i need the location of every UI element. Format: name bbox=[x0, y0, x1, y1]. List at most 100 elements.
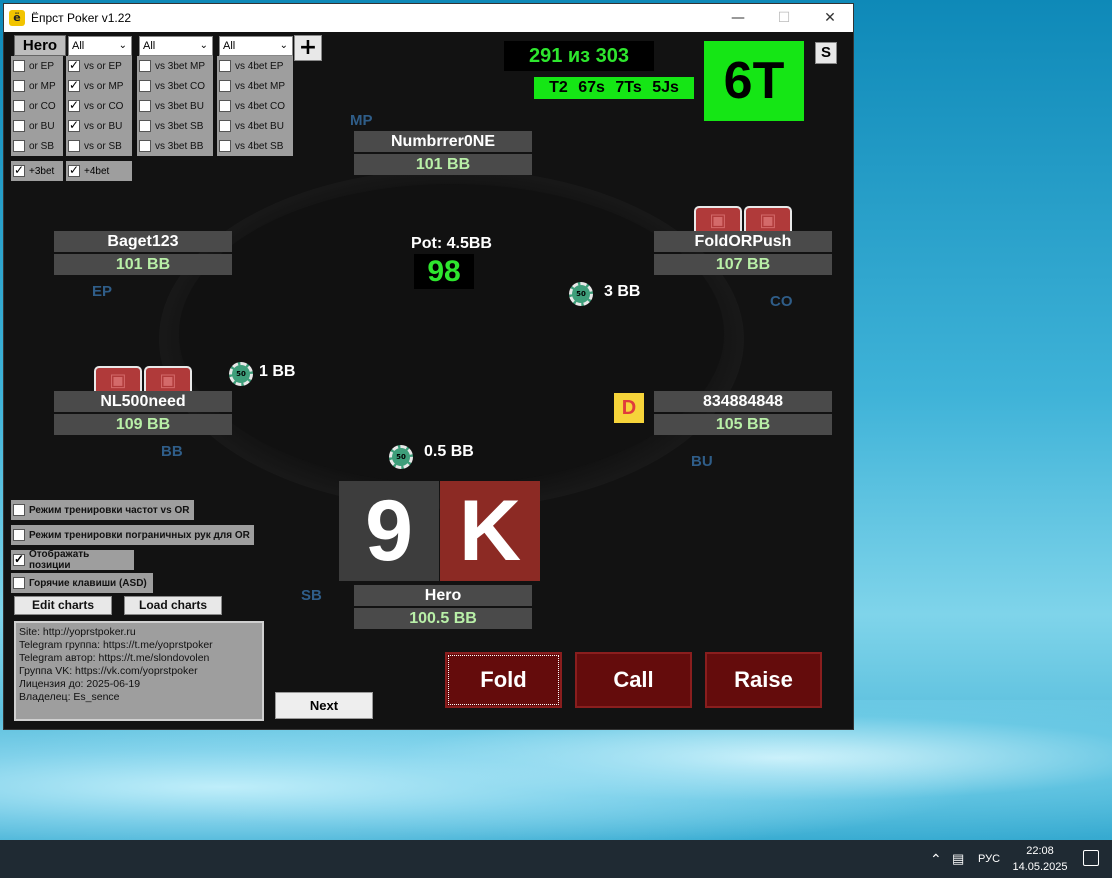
checkbox[interactable] bbox=[219, 100, 231, 112]
filter-checkbox[interactable]: vs 4bet EP bbox=[217, 56, 293, 76]
mode-hotkeys[interactable]: Горячие клавиши (ASD) bbox=[11, 573, 153, 593]
checkbox[interactable] bbox=[13, 140, 25, 152]
filter-label: or SB bbox=[29, 140, 55, 152]
filter-checkbox[interactable]: vs 3bet BU bbox=[137, 96, 213, 116]
mode-show-positions[interactable]: Отображать позиции bbox=[11, 549, 134, 571]
checkbox[interactable] bbox=[13, 120, 25, 132]
raise-button[interactable]: Raise bbox=[705, 652, 822, 708]
window-title: Ёпрст Poker v1.22 bbox=[31, 11, 132, 25]
checkbox[interactable] bbox=[13, 504, 25, 516]
mode-borderline-training[interactable]: Режим тренировки пограничных рук для OR bbox=[11, 525, 254, 545]
filter-checkbox[interactable]: or SB bbox=[11, 136, 63, 156]
plus-3bet-option[interactable]: +3bet bbox=[11, 161, 63, 181]
checkbox[interactable] bbox=[139, 100, 151, 112]
filter-checkbox[interactable]: vs 3bet BB bbox=[137, 136, 213, 156]
seat-stack-hero: 100.5 BB bbox=[354, 608, 532, 629]
edit-charts-button[interactable]: Edit charts bbox=[14, 596, 112, 615]
taskbar: ⌃ ▤ РУС 22:08 14.05.2025 bbox=[0, 840, 1112, 878]
filter-select-3[interactable]: All ⌄ bbox=[219, 36, 293, 56]
checkbox[interactable] bbox=[13, 552, 25, 566]
checkbox[interactable] bbox=[13, 100, 25, 112]
poker-table-felt bbox=[179, 184, 724, 484]
hero-label: Hero bbox=[14, 35, 66, 56]
mode-frequency-training[interactable]: Режим тренировки частот vs OR bbox=[11, 500, 194, 520]
checkbox[interactable] bbox=[219, 60, 231, 72]
checkbox[interactable] bbox=[68, 140, 80, 152]
filter-checkbox[interactable]: vs 3bet CO bbox=[137, 76, 213, 96]
checkbox[interactable] bbox=[13, 60, 25, 72]
title-bar[interactable]: ё Ёпрст Poker v1.22 — ☐ ✕ bbox=[4, 4, 853, 32]
filter-checkbox[interactable]: or BU bbox=[11, 116, 63, 136]
filter-checkbox[interactable]: vs 4bet MP bbox=[217, 76, 293, 96]
filter-checkbox[interactable]: vs 3bet MP bbox=[137, 56, 213, 76]
checkbox[interactable] bbox=[68, 78, 80, 92]
bet-amount-sb: 0.5 BB bbox=[424, 443, 474, 460]
filter-select-1[interactable]: All ⌄ bbox=[68, 36, 132, 56]
option-label: +3bet bbox=[29, 165, 55, 177]
checkbox[interactable] bbox=[68, 118, 80, 132]
filter-checkbox[interactable]: vs or BU bbox=[66, 116, 132, 136]
next-button[interactable]: Next bbox=[275, 692, 373, 719]
checkbox[interactable] bbox=[13, 529, 25, 541]
filter-checkbox[interactable]: vs or EP bbox=[66, 56, 132, 76]
position-label-ep: EP bbox=[92, 283, 113, 300]
position-label-sb: SB bbox=[301, 587, 322, 604]
filter-checkbox[interactable]: or MP bbox=[11, 76, 63, 96]
filter-label: vs 3bet CO bbox=[155, 80, 206, 92]
filter-label: vs 3bet MP bbox=[155, 60, 206, 72]
language-indicator[interactable]: РУС bbox=[978, 840, 1000, 878]
checkbox[interactable] bbox=[139, 80, 151, 92]
checkbox[interactable] bbox=[139, 120, 151, 132]
chevron-up-icon[interactable]: ⌃ bbox=[930, 840, 942, 878]
checkbox[interactable] bbox=[139, 60, 151, 72]
filter-checkbox[interactable]: vs or CO bbox=[66, 96, 132, 116]
hero-card-2: K bbox=[440, 481, 540, 581]
fold-button[interactable]: Fold bbox=[445, 652, 562, 708]
filter-checkbox[interactable]: vs 4bet SB bbox=[217, 136, 293, 156]
seat-name-ep: Baget123 bbox=[54, 231, 232, 252]
filter-checkbox[interactable]: vs 3bet SB bbox=[137, 116, 213, 136]
filter-select-2[interactable]: All ⌄ bbox=[139, 36, 213, 56]
filter-checkbox[interactable]: or EP bbox=[11, 56, 63, 76]
checkbox[interactable] bbox=[219, 120, 231, 132]
filter-checkbox[interactable]: vs 4bet BU bbox=[217, 116, 293, 136]
checkbox[interactable] bbox=[13, 577, 25, 589]
checkbox[interactable] bbox=[219, 140, 231, 152]
select-value: All bbox=[143, 40, 156, 52]
add-filter-button[interactable]: + bbox=[294, 35, 322, 61]
filter-checkbox[interactable]: vs or SB bbox=[66, 136, 132, 156]
checkbox[interactable] bbox=[68, 98, 80, 112]
plus-4bet-option[interactable]: +4bet bbox=[66, 161, 132, 181]
s-button[interactable]: S bbox=[815, 42, 837, 64]
network-icon[interactable]: ▤ bbox=[952, 840, 964, 878]
filter-label: vs 3bet BB bbox=[155, 140, 204, 152]
checkbox[interactable] bbox=[68, 163, 80, 177]
checkbox[interactable] bbox=[219, 80, 231, 92]
seat-name-hero: Hero bbox=[354, 585, 532, 606]
info-line: Группа VK: https://vk.com/yoprstpoker bbox=[19, 665, 198, 677]
load-charts-button[interactable]: Load charts bbox=[124, 596, 222, 615]
checkbox[interactable] bbox=[13, 80, 25, 92]
select-value: All bbox=[72, 40, 85, 52]
card-back-icon: ▣ bbox=[744, 206, 792, 232]
call-button[interactable]: Call bbox=[575, 652, 692, 708]
clock[interactable]: 22:08 14.05.2025 bbox=[1010, 843, 1070, 875]
filter-label: vs or CO bbox=[84, 100, 124, 112]
filter-label: vs 4bet MP bbox=[235, 80, 286, 92]
minimize-button[interactable]: — bbox=[715, 4, 761, 32]
checkbox[interactable] bbox=[13, 163, 25, 177]
filter-label: vs 4bet EP bbox=[235, 60, 284, 72]
dealer-button: D bbox=[614, 393, 644, 423]
info-line: Владелец: Es_sence bbox=[19, 691, 120, 703]
notification-icon[interactable] bbox=[1083, 850, 1099, 866]
filter-checkbox[interactable]: vs or MP bbox=[66, 76, 132, 96]
option-label: Горячие клавиши (ASD) bbox=[29, 577, 147, 589]
filter-checkbox[interactable]: vs 4bet CO bbox=[217, 96, 293, 116]
checkbox[interactable] bbox=[139, 140, 151, 152]
option-label: Режим тренировки частот vs OR bbox=[29, 504, 190, 516]
checkbox[interactable] bbox=[68, 58, 80, 72]
filter-checkbox[interactable]: or CO bbox=[11, 96, 63, 116]
position-label-co: CO bbox=[770, 293, 793, 310]
close-button[interactable]: ✕ bbox=[807, 4, 853, 32]
maximize-button[interactable]: ☐ bbox=[761, 4, 807, 32]
